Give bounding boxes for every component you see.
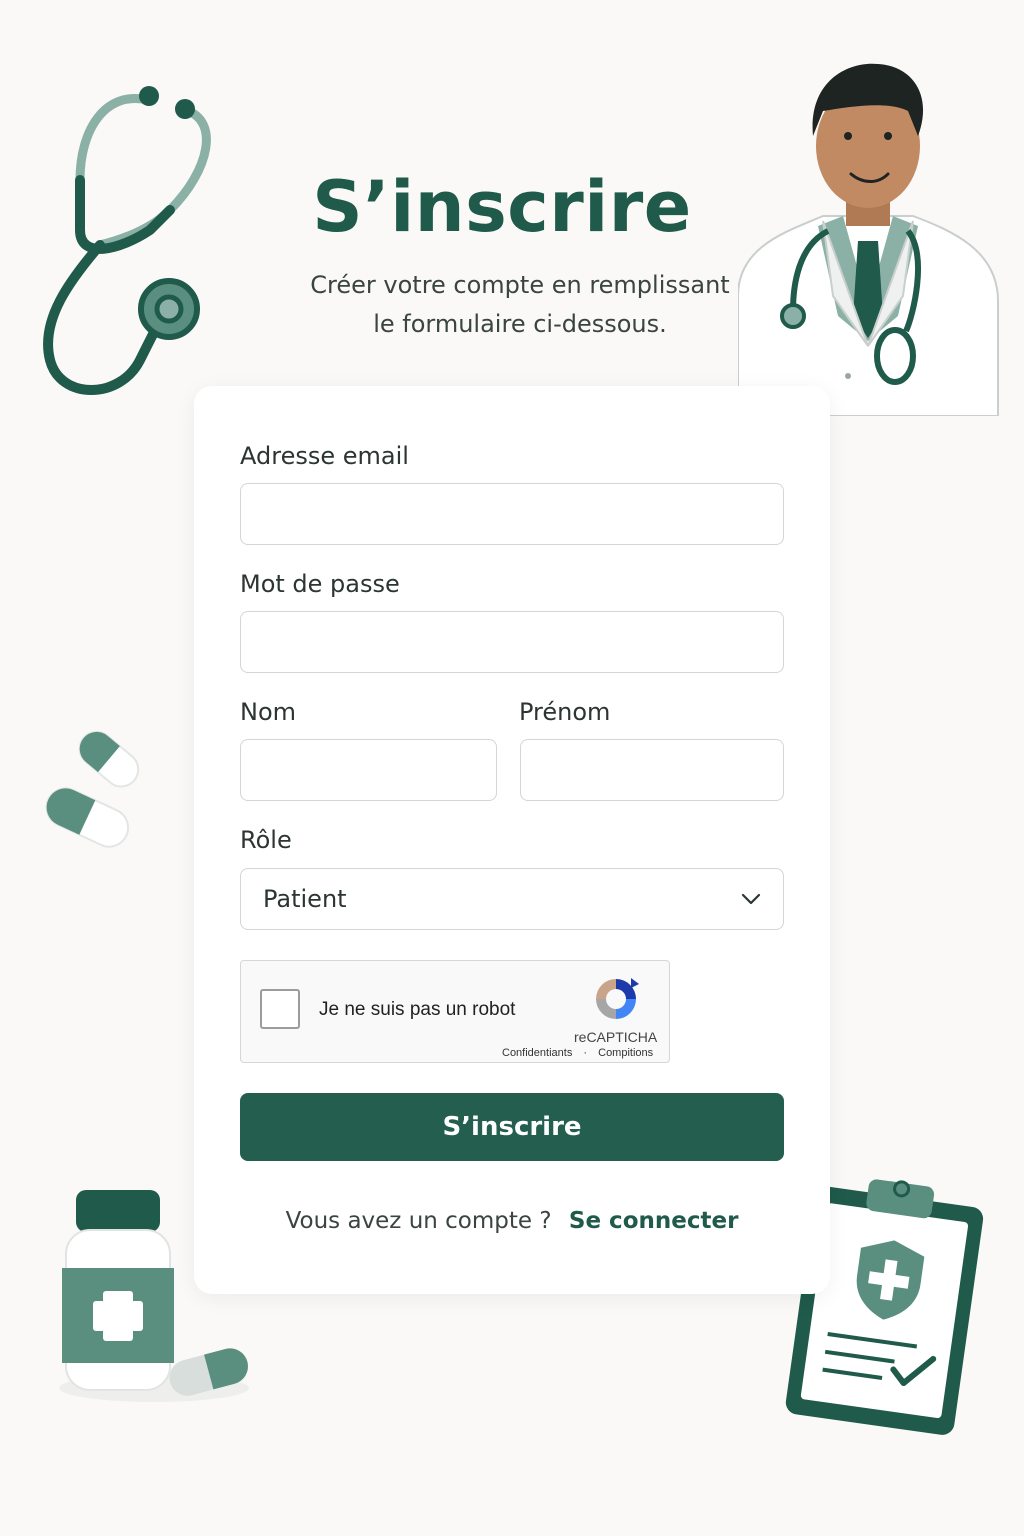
last-name-input[interactable] <box>240 739 497 801</box>
subtitle-line-1: Créer votre compte en remplissant <box>310 271 730 299</box>
password-label: Mot de passe <box>240 570 400 598</box>
password-input[interactable] <box>240 611 784 673</box>
recaptcha-brand: reCAPTICHA <box>574 1029 658 1045</box>
page-subtitle: Créer votre compte en remplissant le for… <box>290 266 750 344</box>
page-title: S’inscrire <box>312 166 692 248</box>
signup-form-card: Adresse email Mot de passe Nom Prénom Rô… <box>194 386 830 1294</box>
login-link[interactable]: Se connecter <box>569 1208 739 1234</box>
subtitle-line-2: le formulaire ci-dessous. <box>373 310 667 338</box>
recaptcha-terms-link[interactable]: Compitions <box>598 1047 653 1059</box>
signup-submit-button[interactable]: S’inscrire <box>240 1093 784 1161</box>
recaptcha-label: Je ne suis pas un robot <box>319 999 516 1020</box>
role-select[interactable]: Patient <box>240 868 784 930</box>
last-name-label: Nom <box>240 698 297 726</box>
role-selected-value: Patient <box>263 885 347 913</box>
recaptcha-logo-icon <box>596 978 639 1019</box>
email-input[interactable] <box>240 483 784 545</box>
role-label: Rôle <box>240 826 292 854</box>
first-name-label: Prénom <box>519 698 611 726</box>
recaptcha-privacy-link[interactable]: Confidentiants <box>502 1047 572 1059</box>
recaptcha-links: Confidentiants · Compitions <box>502 1047 653 1059</box>
email-label: Adresse email <box>240 442 409 470</box>
recaptcha-separator: · <box>583 1047 588 1059</box>
first-name-input[interactable] <box>520 739 784 801</box>
recaptcha-checkbox[interactable] <box>260 989 300 1029</box>
chevron-down-icon <box>741 893 761 905</box>
recaptcha-widget: Je ne suis pas un robot reCAPTICHA Confi… <box>240 960 670 1063</box>
pills-icon <box>45 730 140 848</box>
login-prompt: Vous avez un compte ? Se connecter <box>194 1208 830 1234</box>
login-prompt-text: Vous avez un compte ? <box>285 1208 552 1234</box>
